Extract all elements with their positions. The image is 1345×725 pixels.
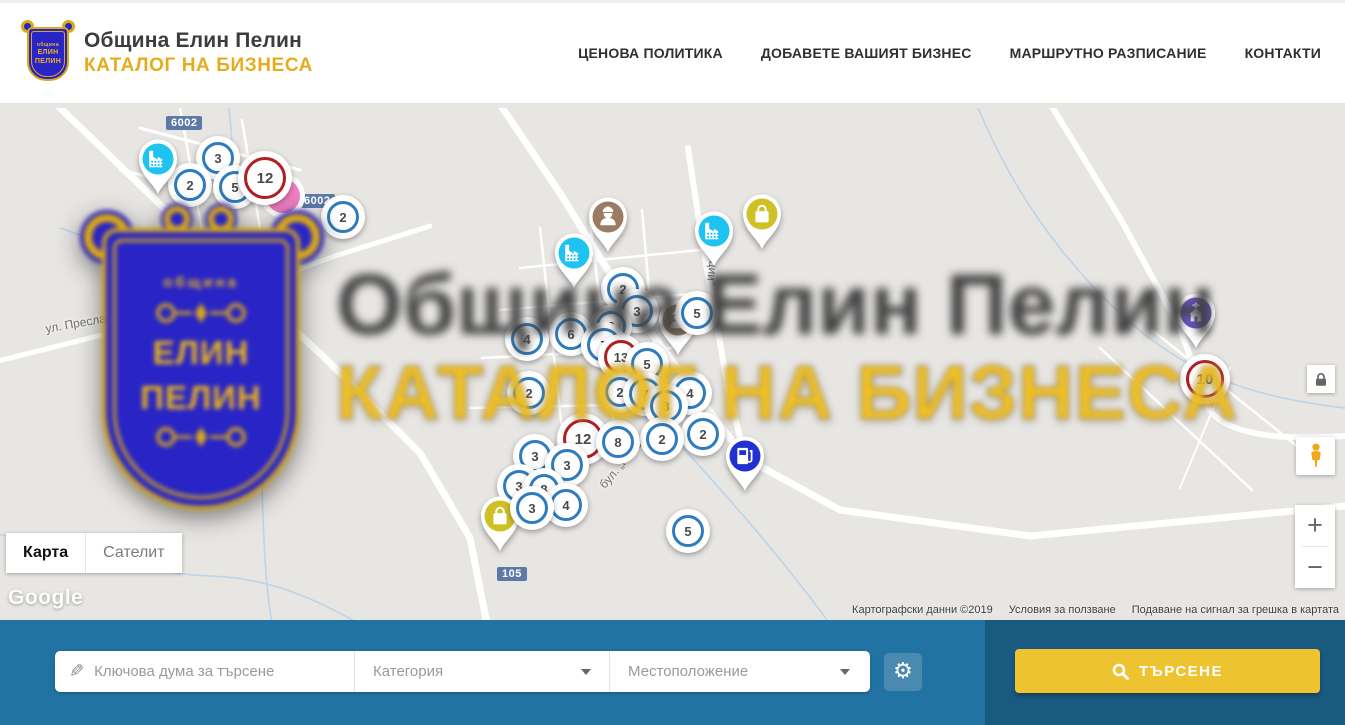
settings-button[interactable]: ⚙ bbox=[884, 653, 922, 691]
terms-of-use-link[interactable]: Условия за ползване bbox=[1009, 604, 1116, 616]
keyword-input[interactable] bbox=[84, 663, 354, 680]
map-cluster-marker[interactable]: 3 bbox=[510, 486, 554, 530]
logo-shield: община ЕЛИН ПЕЛИН bbox=[27, 27, 69, 81]
zoom-in-button[interactable]: + bbox=[1295, 505, 1335, 546]
satellite-view-button[interactable]: Сателит bbox=[85, 533, 181, 573]
search-field-group: ✎ Категория Местоположение bbox=[55, 651, 870, 692]
map-cluster-marker[interactable]: 12 bbox=[238, 151, 292, 205]
map-pin-factory-icon[interactable] bbox=[132, 133, 184, 202]
map-cluster-marker[interactable]: 5 bbox=[666, 509, 710, 553]
gear-icon: ⚙ bbox=[893, 661, 913, 683]
pencil-icon: ✎ bbox=[69, 661, 84, 682]
map-pin-church-icon[interactable] bbox=[1170, 287, 1222, 356]
google-logo[interactable]: Google bbox=[8, 586, 83, 610]
chevron-down-icon bbox=[840, 669, 850, 675]
location-select-label: Местоположение bbox=[628, 663, 748, 680]
nav-item-pricing[interactable]: ЦЕНОВА ПОЛИТИКА bbox=[578, 45, 723, 61]
search-bar-left: ✎ Категория Местоположение ⚙ bbox=[0, 620, 985, 725]
category-select-label: Категория bbox=[373, 663, 443, 680]
search-button-label: ТЪРСЕНЕ bbox=[1139, 663, 1223, 680]
attribution-copyright: Картографски данни ©2019 bbox=[852, 604, 993, 616]
category-select[interactable]: Категория bbox=[355, 651, 610, 692]
pegman-icon bbox=[1306, 443, 1326, 469]
map-cluster-marker[interactable]: 5 bbox=[675, 291, 719, 335]
map-cluster-marker[interactable]: 8 bbox=[596, 420, 640, 464]
page: община ЕЛИН ПЕЛИН Община Елин Пелин КАТА… bbox=[0, 0, 1345, 725]
pegman-control[interactable] bbox=[1296, 437, 1335, 475]
location-select[interactable]: Местоположение bbox=[610, 651, 868, 692]
map-view-button[interactable]: Карта bbox=[6, 533, 85, 573]
marker-layer: 32512223526471352274810221283338435 bbox=[0, 108, 1345, 620]
search-icon bbox=[1112, 663, 1129, 680]
keyword-field: ✎ bbox=[55, 651, 355, 692]
map-cluster-marker[interactable]: 2 bbox=[507, 371, 551, 415]
site-subtitle: КАТАЛОГ НА БИЗНЕСА bbox=[84, 55, 313, 77]
lock-icon bbox=[1314, 372, 1328, 387]
nav-item-add-business[interactable]: ДОБАВЕТЕ ВАШИЯТ БИЗНЕС bbox=[761, 45, 972, 61]
map-type-control: Карта Сателит bbox=[6, 533, 182, 573]
map-pin-factory-icon[interactable] bbox=[688, 205, 740, 274]
map-cluster-marker[interactable]: 4 bbox=[505, 317, 549, 361]
search-bar-right: ТЪРСЕНЕ bbox=[985, 620, 1345, 725]
search-bar: ✎ Категория Местоположение ⚙ bbox=[0, 620, 1345, 725]
municipality-logo: община ЕЛИН ПЕЛИН bbox=[24, 23, 72, 83]
search-button[interactable]: ТЪРСЕНЕ bbox=[1015, 649, 1320, 693]
logo-town-text: община bbox=[37, 42, 59, 48]
map-canvas[interactable]: 60026002105 ул. Преславции"бул. „Новосел… bbox=[0, 108, 1345, 620]
map-cluster-marker[interactable]: 2 bbox=[321, 195, 365, 239]
zoom-out-button[interactable]: − bbox=[1295, 547, 1335, 588]
site-brand[interactable]: община ЕЛИН ПЕЛИН Община Елин Пелин КАТА… bbox=[24, 23, 313, 83]
chevron-down-icon bbox=[581, 669, 591, 675]
nav-item-contacts[interactable]: КОНТАКТИ bbox=[1245, 45, 1321, 61]
map-cluster-marker[interactable]: 2 bbox=[640, 417, 684, 461]
map-pin-shopping-bag-icon[interactable] bbox=[736, 188, 788, 257]
lock-control[interactable] bbox=[1307, 365, 1335, 393]
map-cluster-marker[interactable]: 10 bbox=[1180, 354, 1230, 404]
map-attribution: Картографски данни ©2019 Условия за полз… bbox=[852, 604, 1339, 616]
site-header: община ЕЛИН ПЕЛИН Община Елин Пелин КАТА… bbox=[0, 0, 1345, 104]
zoom-control: + − bbox=[1295, 505, 1335, 588]
brand-text: Община Елин Пелин КАТАЛОГ НА БИЗНЕСА bbox=[84, 29, 313, 77]
site-title: Община Елин Пелин bbox=[84, 29, 313, 53]
map-pin-fuel-icon[interactable] bbox=[719, 430, 771, 499]
map-pin-factory-icon[interactable] bbox=[548, 227, 600, 296]
main-nav: ЦЕНОВА ПОЛИТИКА ДОБАВЕТЕ ВАШИЯТ БИЗНЕС М… bbox=[578, 45, 1321, 61]
nav-item-route-schedule[interactable]: МАРШРУТНО РАЗПИСАНИЕ bbox=[1010, 45, 1207, 61]
logo-name-line2: ПЕЛИН bbox=[35, 58, 61, 66]
logo-name-line1: ЕЛИН bbox=[38, 49, 59, 57]
report-map-error-link[interactable]: Подаване на сигнал за грешка в картата bbox=[1132, 604, 1339, 616]
